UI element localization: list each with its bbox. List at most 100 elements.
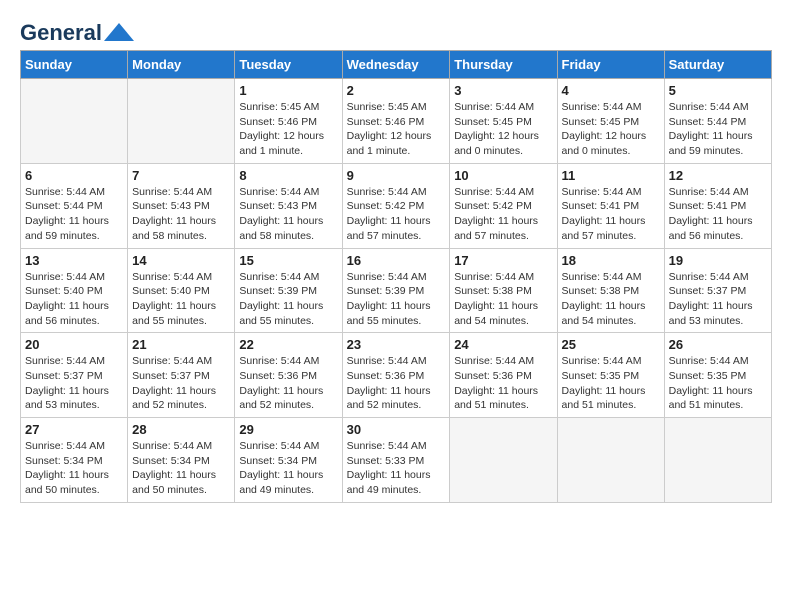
day-number: 12	[669, 168, 767, 183]
calendar-cell: 16 Sunrise: 5:44 AMSunset: 5:39 PMDayligh…	[342, 248, 450, 333]
calendar-cell	[450, 418, 557, 503]
calendar-week-5: 27 Sunrise: 5:44 AMSunset: 5:34 PMDayligh…	[21, 418, 772, 503]
day-number: 1	[239, 83, 337, 98]
day-info: Sunrise: 5:44 AMSunset: 5:34 PMDaylight:…	[25, 439, 123, 498]
logo-text: General	[20, 20, 134, 46]
day-number: 19	[669, 253, 767, 268]
calendar-cell: 11 Sunrise: 5:44 AMSunset: 5:41 PMDayligh…	[557, 163, 664, 248]
calendar-cell: 15 Sunrise: 5:44 AMSunset: 5:39 PMDayligh…	[235, 248, 342, 333]
logo-general: General	[20, 20, 102, 46]
day-info: Sunrise: 5:44 AMSunset: 5:34 PMDaylight:…	[239, 439, 337, 498]
day-info: Sunrise: 5:44 AMSunset: 5:45 PMDaylight:…	[454, 100, 552, 159]
day-info: Sunrise: 5:44 AMSunset: 5:42 PMDaylight:…	[454, 185, 552, 244]
day-info: Sunrise: 5:44 AMSunset: 5:41 PMDaylight:…	[562, 185, 660, 244]
day-number: 14	[132, 253, 230, 268]
day-info: Sunrise: 5:44 AMSunset: 5:42 PMDaylight:…	[347, 185, 446, 244]
calendar-cell	[664, 418, 771, 503]
calendar-cell: 23 Sunrise: 5:44 AMSunset: 5:36 PMDayligh…	[342, 333, 450, 418]
day-info: Sunrise: 5:44 AMSunset: 5:39 PMDaylight:…	[239, 270, 337, 329]
day-number: 26	[669, 337, 767, 352]
calendar-cell: 5 Sunrise: 5:44 AMSunset: 5:44 PMDaylight…	[664, 79, 771, 164]
col-header-sunday: Sunday	[21, 51, 128, 79]
day-number: 3	[454, 83, 552, 98]
day-number: 22	[239, 337, 337, 352]
col-header-friday: Friday	[557, 51, 664, 79]
day-info: Sunrise: 5:44 AMSunset: 5:33 PMDaylight:…	[347, 439, 446, 498]
day-info: Sunrise: 5:44 AMSunset: 5:44 PMDaylight:…	[25, 185, 123, 244]
calendar-cell: 22 Sunrise: 5:44 AMSunset: 5:36 PMDayligh…	[235, 333, 342, 418]
calendar-cell: 10 Sunrise: 5:44 AMSunset: 5:42 PMDayligh…	[450, 163, 557, 248]
day-number: 16	[347, 253, 446, 268]
day-info: Sunrise: 5:44 AMSunset: 5:43 PMDaylight:…	[239, 185, 337, 244]
calendar-week-2: 6 Sunrise: 5:44 AMSunset: 5:44 PMDaylight…	[21, 163, 772, 248]
calendar-cell: 19 Sunrise: 5:44 AMSunset: 5:37 PMDayligh…	[664, 248, 771, 333]
day-number: 15	[239, 253, 337, 268]
calendar-cell: 25 Sunrise: 5:44 AMSunset: 5:35 PMDayligh…	[557, 333, 664, 418]
day-number: 11	[562, 168, 660, 183]
col-header-saturday: Saturday	[664, 51, 771, 79]
day-info: Sunrise: 5:44 AMSunset: 5:39 PMDaylight:…	[347, 270, 446, 329]
calendar-cell	[128, 79, 235, 164]
day-info: Sunrise: 5:44 AMSunset: 5:44 PMDaylight:…	[669, 100, 767, 159]
calendar-cell: 7 Sunrise: 5:44 AMSunset: 5:43 PMDaylight…	[128, 163, 235, 248]
day-info: Sunrise: 5:44 AMSunset: 5:45 PMDaylight:…	[562, 100, 660, 159]
day-number: 20	[25, 337, 123, 352]
calendar-cell: 30 Sunrise: 5:44 AMSunset: 5:33 PMDayligh…	[342, 418, 450, 503]
calendar-header-row: SundayMondayTuesdayWednesdayThursdayFrid…	[21, 51, 772, 79]
day-info: Sunrise: 5:44 AMSunset: 5:40 PMDaylight:…	[132, 270, 230, 329]
day-info: Sunrise: 5:44 AMSunset: 5:36 PMDaylight:…	[454, 354, 552, 413]
calendar-cell: 26 Sunrise: 5:44 AMSunset: 5:35 PMDayligh…	[664, 333, 771, 418]
day-number: 8	[239, 168, 337, 183]
calendar-cell: 2 Sunrise: 5:45 AMSunset: 5:46 PMDaylight…	[342, 79, 450, 164]
day-number: 9	[347, 168, 446, 183]
day-info: Sunrise: 5:44 AMSunset: 5:36 PMDaylight:…	[239, 354, 337, 413]
calendar-cell: 18Sunrise: 5:44 AMSunset: 5:38 PMDayligh…	[557, 248, 664, 333]
day-number: 21	[132, 337, 230, 352]
day-number: 7	[132, 168, 230, 183]
calendar-cell: 20Sunrise: 5:44 AMSunset: 5:37 PMDayligh…	[21, 333, 128, 418]
day-number: 30	[347, 422, 446, 437]
day-info: Sunrise: 5:44 AMSunset: 5:41 PMDaylight:…	[669, 185, 767, 244]
col-header-monday: Monday	[128, 51, 235, 79]
day-info: Sunrise: 5:44 AMSunset: 5:36 PMDaylight:…	[347, 354, 446, 413]
day-info: Sunrise: 5:45 AMSunset: 5:46 PMDaylight:…	[239, 100, 337, 159]
calendar-table: SundayMondayTuesdayWednesdayThursdayFrid…	[20, 50, 772, 503]
day-info: Sunrise: 5:45 AMSunset: 5:46 PMDaylight:…	[347, 100, 446, 159]
day-info: Sunrise: 5:44 AMSunset: 5:35 PMDaylight:…	[669, 354, 767, 413]
day-info: Sunrise: 5:44 AMSunset: 5:38 PMDaylight:…	[454, 270, 552, 329]
day-info: Sunrise: 5:44 AMSunset: 5:34 PMDaylight:…	[132, 439, 230, 498]
day-number: 23	[347, 337, 446, 352]
day-number: 2	[347, 83, 446, 98]
day-info: Sunrise: 5:44 AMSunset: 5:37 PMDaylight:…	[669, 270, 767, 329]
day-number: 13	[25, 253, 123, 268]
calendar-cell	[21, 79, 128, 164]
day-number: 5	[669, 83, 767, 98]
day-number: 24	[454, 337, 552, 352]
day-number: 28	[132, 422, 230, 437]
calendar-cell: 24 Sunrise: 5:44 AMSunset: 5:36 PMDayligh…	[450, 333, 557, 418]
day-info: Sunrise: 5:44 AMSunset: 5:37 PMDaylight:…	[132, 354, 230, 413]
calendar-cell: 3 Sunrise: 5:44 AMSunset: 5:45 PMDaylight…	[450, 79, 557, 164]
calendar-cell	[557, 418, 664, 503]
calendar-cell: 14 Sunrise: 5:44 AMSunset: 5:40 PMDayligh…	[128, 248, 235, 333]
day-number: 10	[454, 168, 552, 183]
day-number: 29	[239, 422, 337, 437]
col-header-tuesday: Tuesday	[235, 51, 342, 79]
calendar-week-1: 1 Sunrise: 5:45 AMSunset: 5:46 PMDaylight…	[21, 79, 772, 164]
day-number: 25	[562, 337, 660, 352]
day-number: 17	[454, 253, 552, 268]
calendar-cell: 27 Sunrise: 5:44 AMSunset: 5:34 PMDayligh…	[21, 418, 128, 503]
calendar-cell: 28 Sunrise: 5:44 AMSunset: 5:34 PMDayligh…	[128, 418, 235, 503]
calendar-cell: 1 Sunrise: 5:45 AMSunset: 5:46 PMDaylight…	[235, 79, 342, 164]
calendar-cell: 9 Sunrise: 5:44 AMSunset: 5:42 PMDaylight…	[342, 163, 450, 248]
calendar-cell: 17 Sunrise: 5:44 AMSunset: 5:38 PMDayligh…	[450, 248, 557, 333]
logo: General	[20, 20, 134, 40]
day-info: Sunrise: 5:44 AMSunset: 5:38 PMDaylight:…	[562, 270, 660, 329]
day-info: Sunrise: 5:44 AMSunset: 5:43 PMDaylight:…	[132, 185, 230, 244]
day-info: Sunrise: 5:44 AMSunset: 5:35 PMDaylight:…	[562, 354, 660, 413]
col-header-wednesday: Wednesday	[342, 51, 450, 79]
day-number: 6	[25, 168, 123, 183]
calendar-week-4: 20 Sunrise: 5:44 AMSunset: 5:37 PMDayligh…	[21, 333, 772, 418]
day-number: 27	[25, 422, 123, 437]
page-header: General	[20, 20, 772, 40]
